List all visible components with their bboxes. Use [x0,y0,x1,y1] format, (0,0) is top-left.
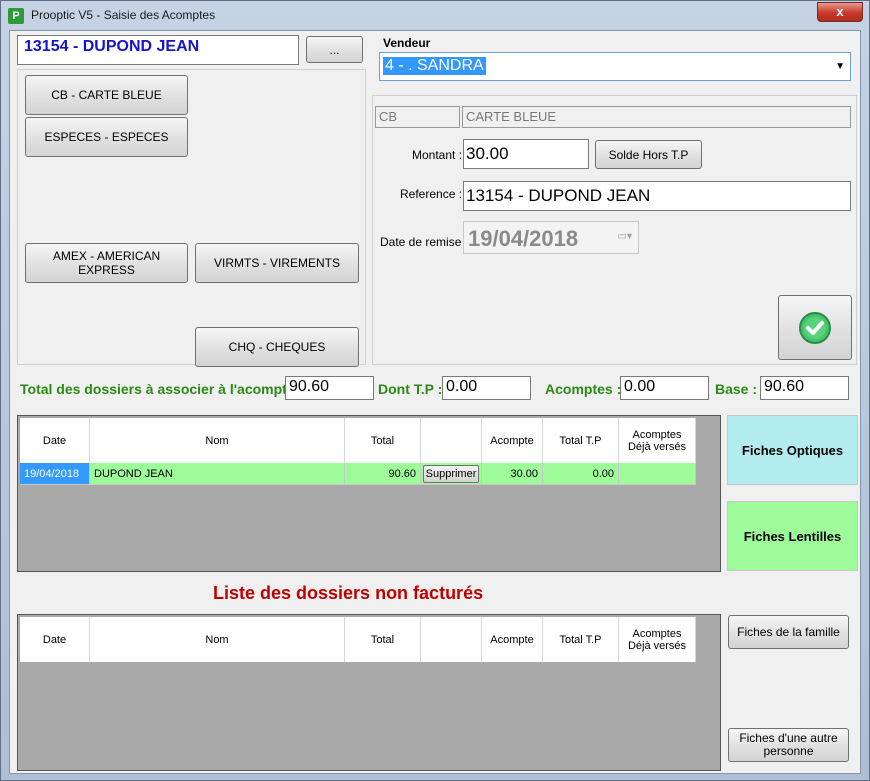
base-value: 90.60 [764,378,805,395]
dossiers-grid-header: Date Nom Total Acompte Total T.P Acompte… [20,418,696,463]
dossiers-grid[interactable]: Date Nom Total Acompte Total T.P Acompte… [17,415,721,572]
autre-line2: personne [763,744,814,758]
row-action-cell: Supprimer [421,463,482,485]
col-deja-line1: Acomptes [632,627,682,640]
row-date[interactable]: 19/04/2018 [20,463,90,485]
col-acompte[interactable]: Acompte [482,617,543,662]
col-action [421,617,482,662]
base-label: Base : [715,381,758,397]
reference-label: Reference : [400,187,463,201]
total-dossiers-label: Total des dossiers à associer à l'acompt… [20,381,295,397]
payment-cb-button[interactable]: CB - CARTE BLEUE [25,75,188,115]
montant-input[interactable]: 30.00 [463,139,589,169]
validate-button[interactable] [778,295,852,360]
fiches-famille-button[interactable]: Fiches de la famille [728,615,849,649]
col-deja-line2: Déjà versés [627,639,687,652]
row-nom[interactable]: DUPOND JEAN [90,463,345,485]
col-deja-line1: Acomptes [632,428,682,441]
dont-tp-field: 0.00 [442,376,531,400]
browse-client-button[interactable]: ... [306,36,363,63]
payment-virmts-button[interactable]: VIRMTS - VIREMENTS [195,243,359,283]
payment-amex-button[interactable]: AMEX - AMERICAN EXPRESS [25,243,188,283]
acomptes-field: 0.00 [620,376,709,400]
non-factures-title: Liste des dossiers non facturés [213,583,484,603]
reference-value: 13154 - DUPOND JEAN [466,186,651,205]
vendeur-selected-value: 4 - . SANDRA [383,57,486,75]
col-total[interactable]: Total [345,418,421,463]
solde-hors-tp-button[interactable]: Solde Hors T.P [595,140,702,169]
col-deja-line2: Déjà versés [627,440,687,453]
col-deja-verses[interactable]: Acomptes Déjà versés [619,617,696,662]
vendeur-select[interactable]: 4 - . SANDRA ▼ [379,52,851,81]
fiches-lentilles-button[interactable]: Fiches Lentilles [727,501,858,571]
dont-tp-value: 0.00 [446,378,478,395]
date-remise-picker[interactable]: 19/04/2018 ▭▾ [463,221,639,254]
date-remise-label: Date de remise : [380,235,469,249]
supprimer-button[interactable]: Supprimer [423,464,479,483]
reference-input[interactable]: 13154 - DUPOND JEAN [463,181,851,211]
vendeur-label: Vendeur [383,36,431,50]
chevron-down-icon[interactable]: ▼ [835,61,845,72]
client-area: 13154 - DUPOND JEAN ... CB - CARTE BLEUE… [9,30,861,774]
payment-code-text: CB [379,109,398,124]
col-date[interactable]: Date [20,617,90,662]
col-total[interactable]: Total [345,617,421,662]
col-acompte[interactable]: Acompte [482,418,543,463]
check-circle-icon [799,311,831,344]
non-factures-grid-header: Date Nom Total Acompte Total T.P Acompte… [20,617,696,662]
payment-chq-button[interactable]: CHQ - CHEQUES [195,327,359,367]
row-total[interactable]: 90.60 [345,463,421,485]
col-date[interactable]: Date [20,418,90,463]
col-total-tp[interactable]: Total T.P [543,418,619,463]
fiches-autre-personne-button[interactable]: Fiches d'une autre personne [728,728,849,762]
fiches-optiques-button[interactable]: Fiches Optiques [727,415,858,485]
dont-tp-label: Dont T.P : [378,381,443,397]
title-bar: P Prooptic V5 - Saisie des Acomptes x [1,1,869,29]
acomptes-value: 0.00 [624,378,656,395]
close-button[interactable]: x [817,2,863,22]
total-dossiers-value: 90.60 [289,378,330,395]
table-row[interactable]: 19/04/2018 DUPOND JEAN 90.60 Supprimer 3… [20,463,696,485]
montant-label: Montant : [412,148,463,162]
calendar-icon[interactable]: ▭▾ [618,231,632,242]
row-total-tp[interactable]: 0.00 [543,463,619,485]
acomptes-label: Acomptes : [545,381,622,397]
total-dossiers-field: 90.60 [285,376,374,400]
col-total-tp[interactable]: Total T.P [543,617,619,662]
row-deja-verses[interactable] [619,463,696,485]
window-title: Prooptic V5 - Saisie des Acomptes [31,8,216,22]
col-action [421,418,482,463]
payment-description-field: CARTE BLEUE [462,106,851,128]
payment-code-field: CB [375,106,460,128]
col-nom[interactable]: Nom [90,418,345,463]
non-factures-grid[interactable]: Date Nom Total Acompte Total T.P Acompte… [17,614,721,771]
base-field: 90.60 [760,376,849,400]
date-remise-value: 19/04/2018 [468,226,579,251]
main-window: P Prooptic V5 - Saisie des Acomptes x 13… [0,0,870,781]
row-acompte[interactable]: 30.00 [482,463,543,485]
montant-value: 30.00 [466,144,509,163]
col-deja-verses[interactable]: Acomptes Déjà versés [619,418,696,463]
app-logo-icon: P [8,8,24,24]
client-name-field[interactable]: 13154 - DUPOND JEAN [17,35,299,65]
col-nom[interactable]: Nom [90,617,345,662]
payment-description-text: CARTE BLEUE [466,109,557,124]
client-name-text: 13154 - DUPOND JEAN [24,38,200,55]
payment-especes-button[interactable]: ESPECES - ESPECES [25,117,188,157]
